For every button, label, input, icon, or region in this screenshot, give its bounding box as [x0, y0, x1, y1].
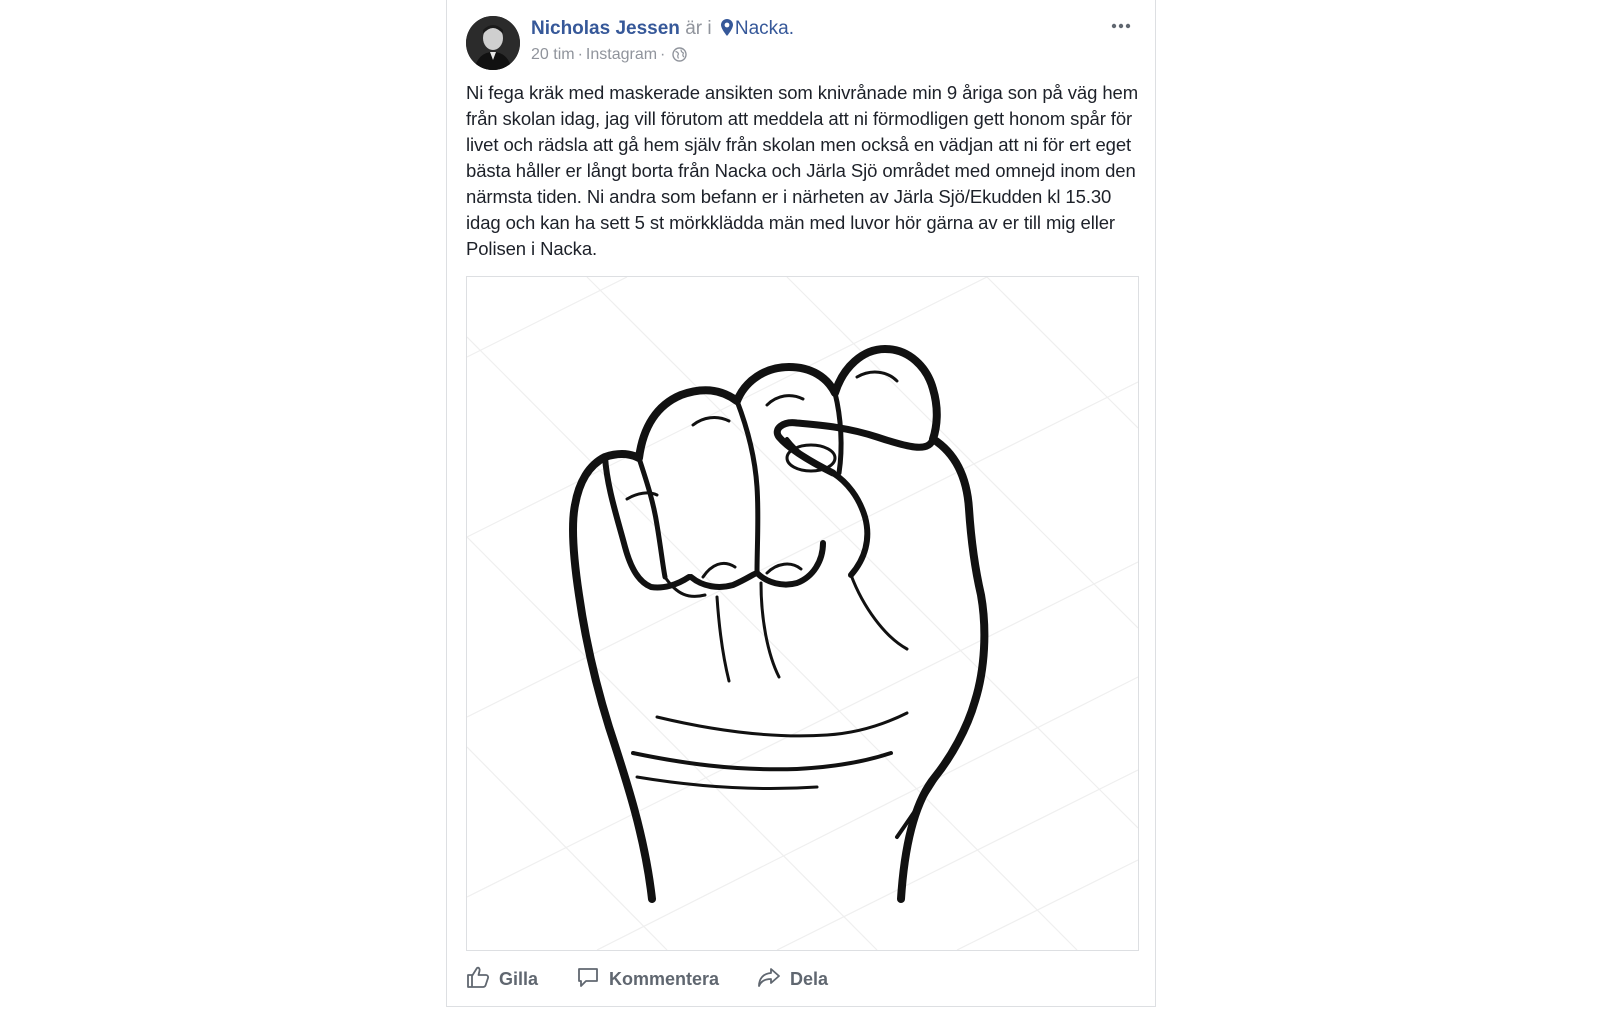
- speech-bubble-icon: [576, 965, 609, 994]
- author-avatar[interactable]: [466, 16, 520, 70]
- post-header: Nicholas Jessen är i Nacka.: [531, 17, 794, 43]
- location-prefix: är i: [685, 18, 712, 39]
- comment-button[interactable]: Kommentera: [576, 965, 719, 994]
- meta-separator: ·: [577, 46, 583, 63]
- facebook-post: Nicholas Jessen är i Nacka. 20 tim · Insta…: [446, 0, 1156, 1007]
- thumbs-up-icon: [466, 965, 499, 994]
- post-meta: 20 tim · Instagram ·: [531, 45, 688, 68]
- like-label: Gilla: [499, 968, 539, 989]
- post-actions-bar: Gilla Kommentera Dela: [466, 962, 866, 996]
- post-text: Ni fega kräk med maskerade ansikten som …: [466, 82, 1139, 259]
- more-options-button[interactable]: [1107, 14, 1135, 38]
- share-button[interactable]: Dela: [757, 965, 828, 994]
- location-link[interactable]: Nacka.: [735, 18, 794, 39]
- like-button[interactable]: Gilla: [466, 965, 538, 994]
- raised-fist-illustration: [467, 277, 1138, 950]
- post-source: Instagram: [585, 46, 658, 63]
- post-timestamp[interactable]: 20 tim: [531, 46, 575, 63]
- author-name-link[interactable]: Nicholas Jessen: [531, 18, 680, 39]
- share-arrow-icon: [757, 965, 790, 994]
- meta-separator-2: ·: [660, 46, 666, 63]
- map-pin-icon: [720, 19, 733, 43]
- post-photo[interactable]: [466, 276, 1139, 951]
- comment-label: Kommentera: [609, 968, 720, 989]
- more-dots-icon: [1107, 23, 1135, 42]
- share-label: Dela: [790, 968, 829, 989]
- globe-icon: [672, 47, 688, 68]
